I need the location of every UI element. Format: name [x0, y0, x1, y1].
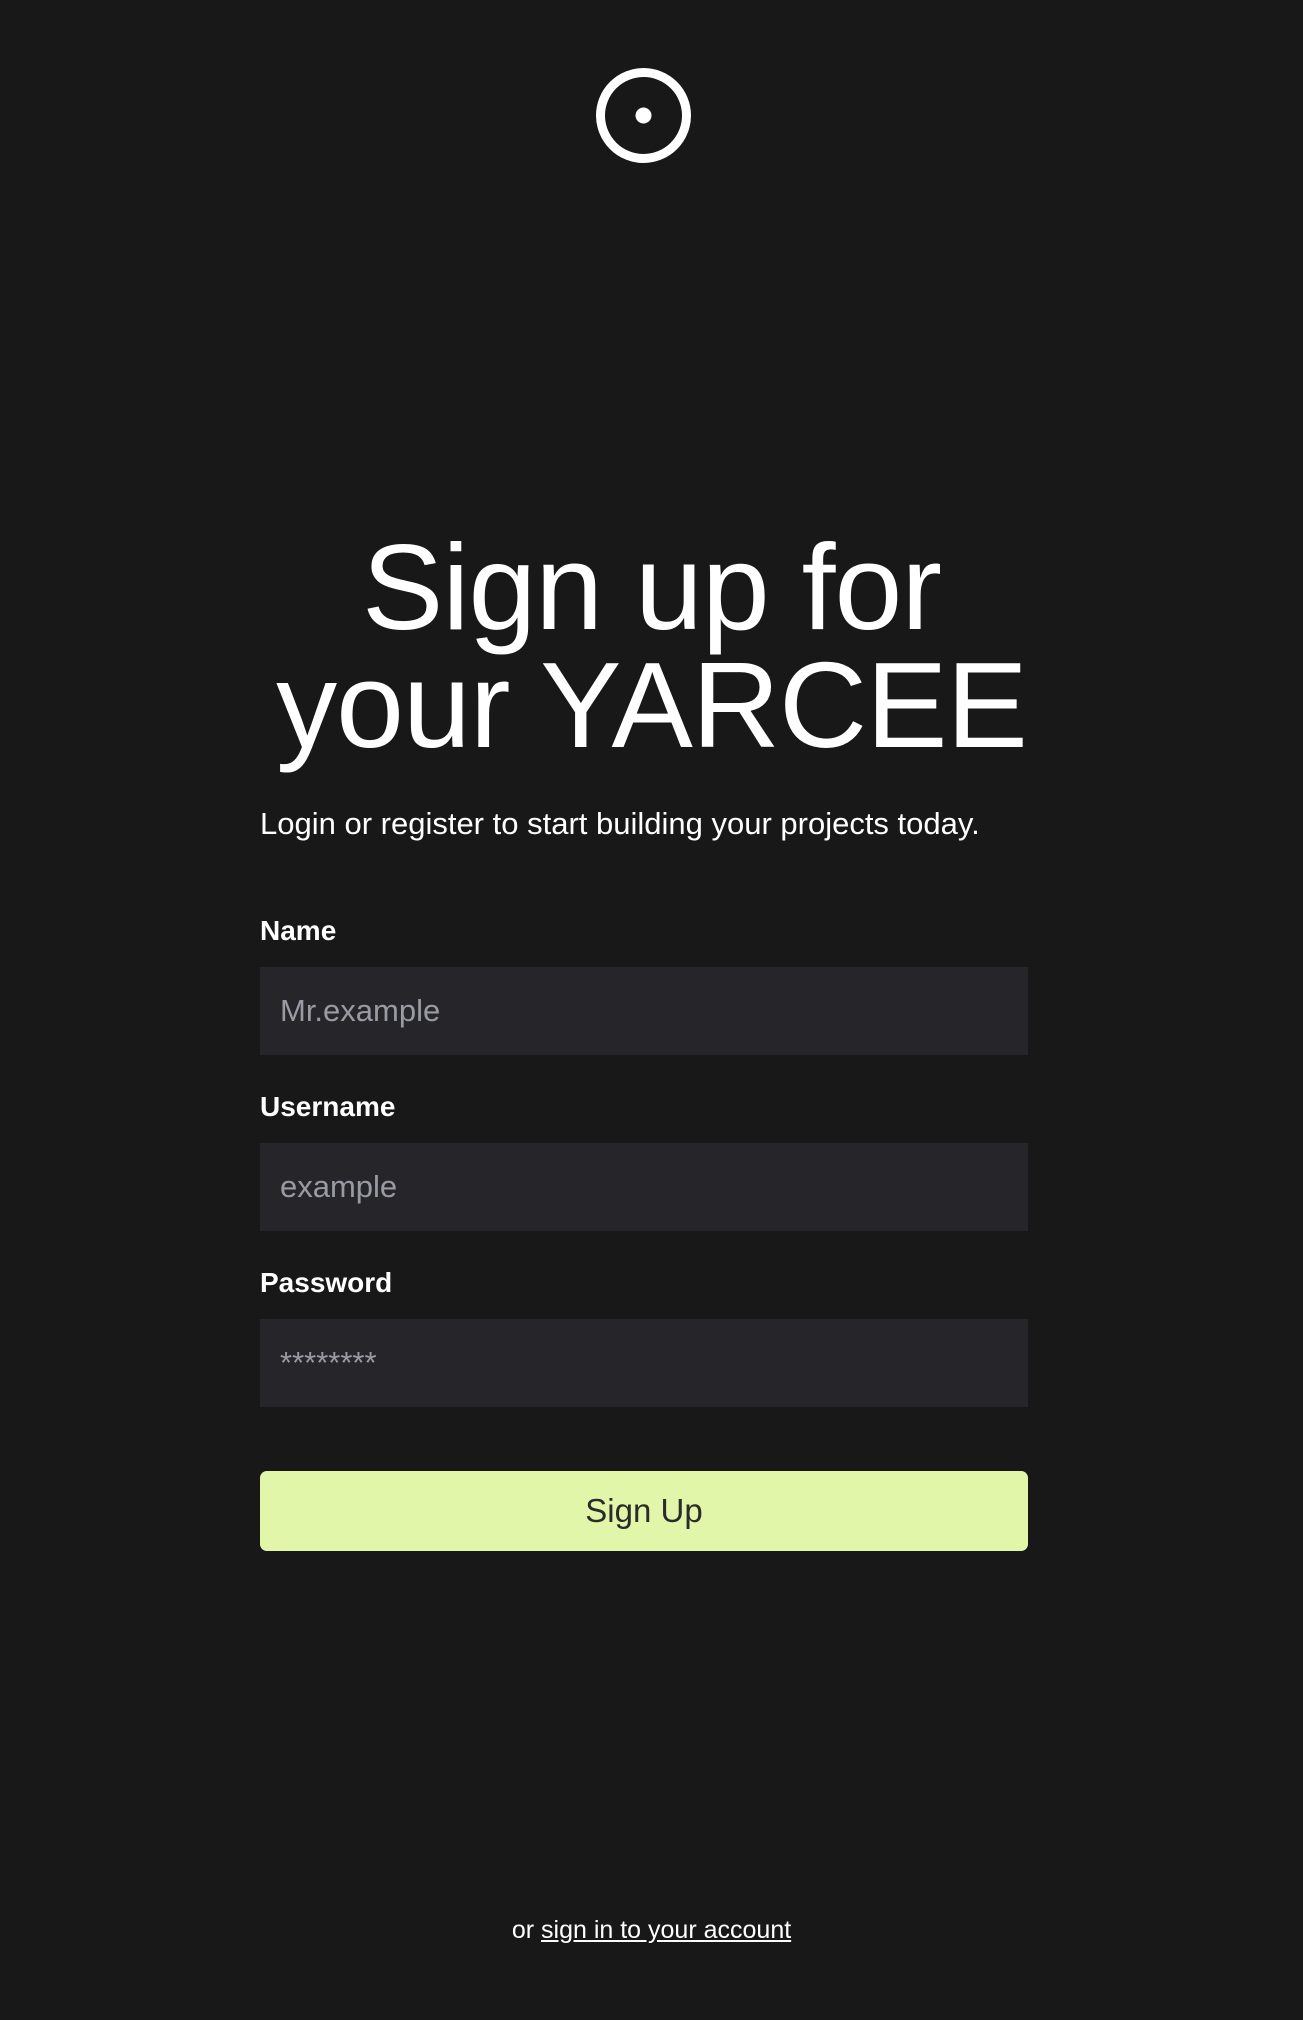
password-input[interactable]	[260, 1319, 1028, 1407]
page-title-line1: Sign up for	[361, 519, 942, 655]
username-input[interactable]	[260, 1143, 1028, 1231]
sign-up-button[interactable]: Sign Up	[260, 1471, 1028, 1551]
name-input[interactable]	[260, 967, 1028, 1055]
username-label: Username	[260, 1091, 396, 1122]
page-title-line2: your YARCEE	[276, 637, 1028, 773]
page-title: Sign up for your YARCEE	[0, 526, 1303, 766]
footer: or sign in to your account	[0, 1914, 1303, 1946]
password-label: Password	[260, 1267, 393, 1298]
sign-in-link[interactable]: sign in to your account	[541, 1916, 791, 1944]
page-subtitle: Login or register to start building your…	[260, 806, 980, 841]
footer-prefix: or	[511, 1916, 535, 1944]
signup-page: Sign up for your YARCEE Login or registe…	[0, 0, 1303, 2020]
circle-dot-icon	[596, 68, 691, 163]
name-label: Name	[260, 915, 337, 946]
